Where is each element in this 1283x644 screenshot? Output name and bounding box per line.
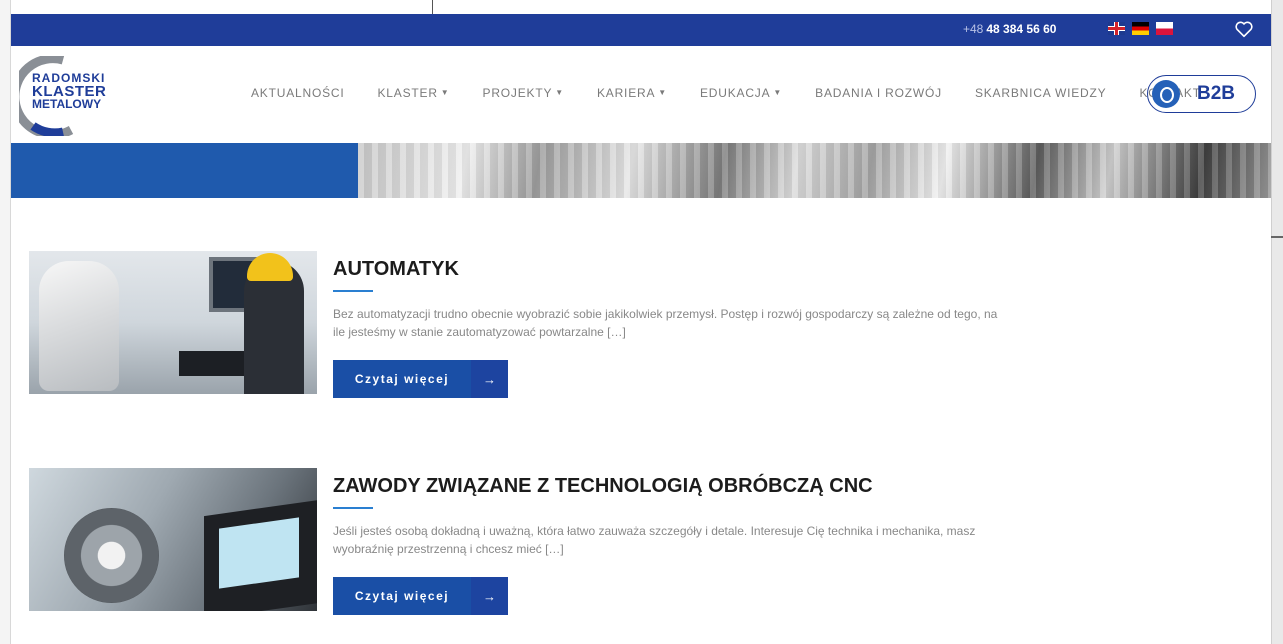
article-excerpt: Jeśli jesteś osobą dokładną i uważną, kt… [333,522,1053,558]
read-more-button[interactable]: Czytaj więcej → [333,360,508,398]
excerpt-line: wyobraźnię przestrzenną i chcesz mieć […… [333,542,564,556]
nav-item-label: AKTUALNOŚCI [251,86,345,100]
site-logo[interactable]: RADOMSKI KLASTER METALOWY [19,56,134,136]
phone-prefix: +48 [963,22,984,36]
b2b-button[interactable]: B2B [1147,75,1256,113]
article-excerpt: Bez automatyzacji trudno obecnie wyobraz… [333,305,1053,341]
b2b-label: B2B [1197,83,1236,104]
logo-line-3: METALOWY [32,97,102,111]
site-header: RADOMSKI KLASTER METALOWY AKTUALNOŚCI KL… [11,46,1271,143]
top-bar: +48 48 384 56 60 [11,14,1271,46]
nav-item-label: KARIERA [596,86,656,100]
nav-item-label: PROJEKTY [482,86,553,100]
article-title[interactable]: ZAWODY ZWIĄZANE Z TECHNOLOGIĄ OBRÓBCZĄ C… [333,475,1053,498]
title-underline [333,290,373,292]
phone-number[interactable]: +48 48 384 56 60 [963,22,1056,36]
nav-item-label: SKARBNICA WIEDZY [974,86,1107,100]
caret-down-icon: ▼ [440,88,450,97]
heart-icon[interactable] [1233,18,1255,40]
phone-digits: 48 384 56 60 [986,22,1057,36]
article-content: ZAWODY ZWIĄZANE Z TECHNOLOGIĄ OBRÓBCZĄ C… [333,468,1053,615]
caret-down-icon: ▼ [773,88,783,97]
handshake-icon [1152,80,1180,108]
article-thumbnail-cnc[interactable] [29,468,317,611]
arrow-right-icon: → [471,577,508,615]
language-switcher [1108,22,1173,35]
caret-down-icon: ▼ [555,88,564,97]
nav-item-aktualnosci[interactable]: AKTUALNOŚCI [251,86,345,100]
read-more-label: Czytaj więcej [333,577,471,615]
article-title[interactable]: AUTOMATYK [333,258,1053,281]
logo-text: RADOMSKI KLASTER METALOWY [32,72,106,111]
banner-machinery-image [358,143,1271,198]
article-thumbnail-automation[interactable] [29,251,317,394]
flag-uk-icon[interactable] [1108,22,1125,35]
excerpt-line: Bez automatyzacji trudno obecnie wyobraz… [333,307,998,321]
flag-pl-icon[interactable] [1156,22,1173,35]
read-more-label: Czytaj więcej [333,360,471,398]
nav-item-edukacja[interactable]: EDUKACJA ▼ [700,86,782,100]
excerpt-line: Jeśli jesteś osobą dokładną i uważną, kt… [333,524,976,538]
title-underline [333,507,373,509]
window-frame-left [0,0,11,644]
caret-down-icon: ▼ [658,88,667,97]
nav-item-badania[interactable]: BADANIA I ROZWÓJ [815,86,942,100]
nav-item-label: BADANIA I ROZWÓJ [815,86,942,100]
banner-blue-block [11,143,358,198]
nav-item-projekty[interactable]: PROJEKTY ▼ [483,86,564,100]
nav-item-label: EDUKACJA [700,86,771,100]
window-frame-tick [1271,236,1283,238]
window-frame-right [1271,0,1283,644]
nav-item-klaster[interactable]: KLASTER ▼ [378,86,450,100]
read-more-button[interactable]: Czytaj więcej → [333,577,508,615]
arrow-right-icon: → [471,360,508,398]
web-page: +48 48 384 56 60 RADOMSKI KLASTER METALOW… [11,14,1271,644]
nav-item-skarbnica[interactable]: SKARBNICA WIEDZY [975,86,1107,100]
nav-item-kariera[interactable]: KARIERA ▼ [597,86,667,100]
flag-de-icon[interactable] [1132,22,1149,35]
main-navigation: AKTUALNOŚCI KLASTER ▼ PROJEKTY ▼ KARIERA ▼ … [251,86,1234,100]
nav-item-label: KLASTER [377,86,438,100]
article-content: AUTOMATYK Bez automatyzacji trudno obecn… [333,251,1053,398]
page-banner [11,143,1271,198]
excerpt-line: ile jesteśmy w stanie zautomatyzować pow… [333,325,626,339]
